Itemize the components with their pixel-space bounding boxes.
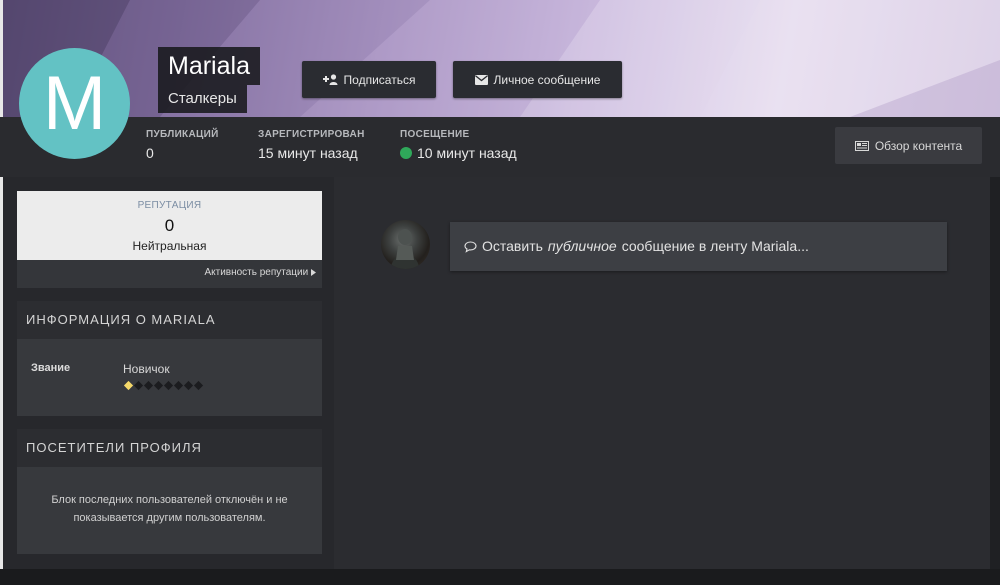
stat-joined-label: ЗАРЕГИСТРИРОВАН — [258, 129, 365, 140]
caret-right-icon — [311, 269, 316, 276]
follow-button[interactable]: Подписаться — [302, 61, 436, 98]
stat-visited-value: 10 минут назад — [417, 145, 517, 161]
status-suffix: сообщение в ленту Mariala... — [621, 238, 809, 254]
browse-content-label: Обзор контента — [874, 138, 963, 153]
browse-content-button[interactable]: Обзор контента — [835, 127, 982, 164]
user-plus-icon — [322, 74, 338, 85]
about-section-title: ИНФОРМАЦИЯ О MARIALA — [17, 301, 322, 339]
rank-pip-icon — [123, 380, 134, 391]
profile-avatar[interactable]: M — [19, 48, 130, 159]
avatar-letter: M — [42, 60, 107, 146]
online-status-icon — [400, 147, 412, 159]
rank-pip-icon — [183, 380, 194, 391]
comment-icon — [464, 240, 477, 253]
rank-pip-icon — [143, 380, 154, 391]
message-button-label: Личное сообщение — [493, 72, 601, 87]
reputation-text: Нейтральная — [132, 239, 207, 253]
status-update-input[interactable]: Оставить публичное сообщение в ленту Mar… — [450, 222, 947, 271]
follow-button-label: Подписаться — [343, 72, 416, 87]
message-button[interactable]: Личное сообщение — [453, 61, 622, 98]
stat-posts-label: ПУБЛИКАЦИЙ — [146, 129, 219, 140]
stat-visited-label: ПОСЕЩЕНИЕ — [400, 129, 470, 140]
status-emphasis: публичное — [547, 238, 617, 254]
profile-group: Сталкеры — [158, 85, 247, 113]
reputation-value: 0 — [164, 216, 175, 235]
rank-pip-icon — [163, 380, 174, 391]
rank-value: Новичок — [123, 362, 170, 376]
reputation-activity-link[interactable]: Активность репутации — [17, 260, 322, 288]
visitors-section-title: ПОСЕТИТЕЛИ ПРОФИЛЯ — [17, 429, 322, 467]
stat-joined-value: 15 минут назад — [258, 145, 358, 161]
stat-last-visit: ПОСЕЩЕНИЕ 10 минут назад — [400, 129, 517, 161]
visitors-message: Блок последних пользователей отключён и … — [17, 467, 322, 554]
envelope-icon — [474, 74, 488, 85]
stat-posts-value: 0 — [146, 145, 154, 161]
stat-visited-row: 10 минут назад — [400, 145, 517, 161]
rank-pip-icon — [133, 380, 144, 391]
rank-pip-icon — [173, 380, 184, 391]
rank-label: Звание — [31, 362, 71, 374]
cover-pattern — [0, 0, 1000, 117]
reputation-box: РЕПУТАЦИЯ 0 Нейтральная — [17, 191, 322, 260]
stat-posts: ПУБЛИКАЦИЙ 0 — [146, 129, 219, 161]
profile-cover — [0, 0, 1000, 117]
rank-pips — [123, 380, 204, 391]
stat-joined: ЗАРЕГИСТРИРОВАН 15 минут назад — [258, 129, 365, 161]
status-prefix: Оставить — [482, 238, 543, 254]
reputation-activity-label: Активность репутации — [204, 267, 309, 278]
page-bottom-strip — [0, 569, 1000, 585]
newspaper-icon — [854, 140, 869, 151]
profile-name: Mariala — [158, 47, 260, 85]
rank-pip-icon — [153, 380, 164, 391]
current-user-avatar[interactable] — [381, 220, 430, 269]
rank-pip-icon — [193, 380, 204, 391]
reputation-label: РЕПУТАЦИЯ — [137, 200, 202, 211]
user-photo-icon — [391, 229, 419, 269]
about-section-body: Звание Новичок — [17, 339, 322, 416]
